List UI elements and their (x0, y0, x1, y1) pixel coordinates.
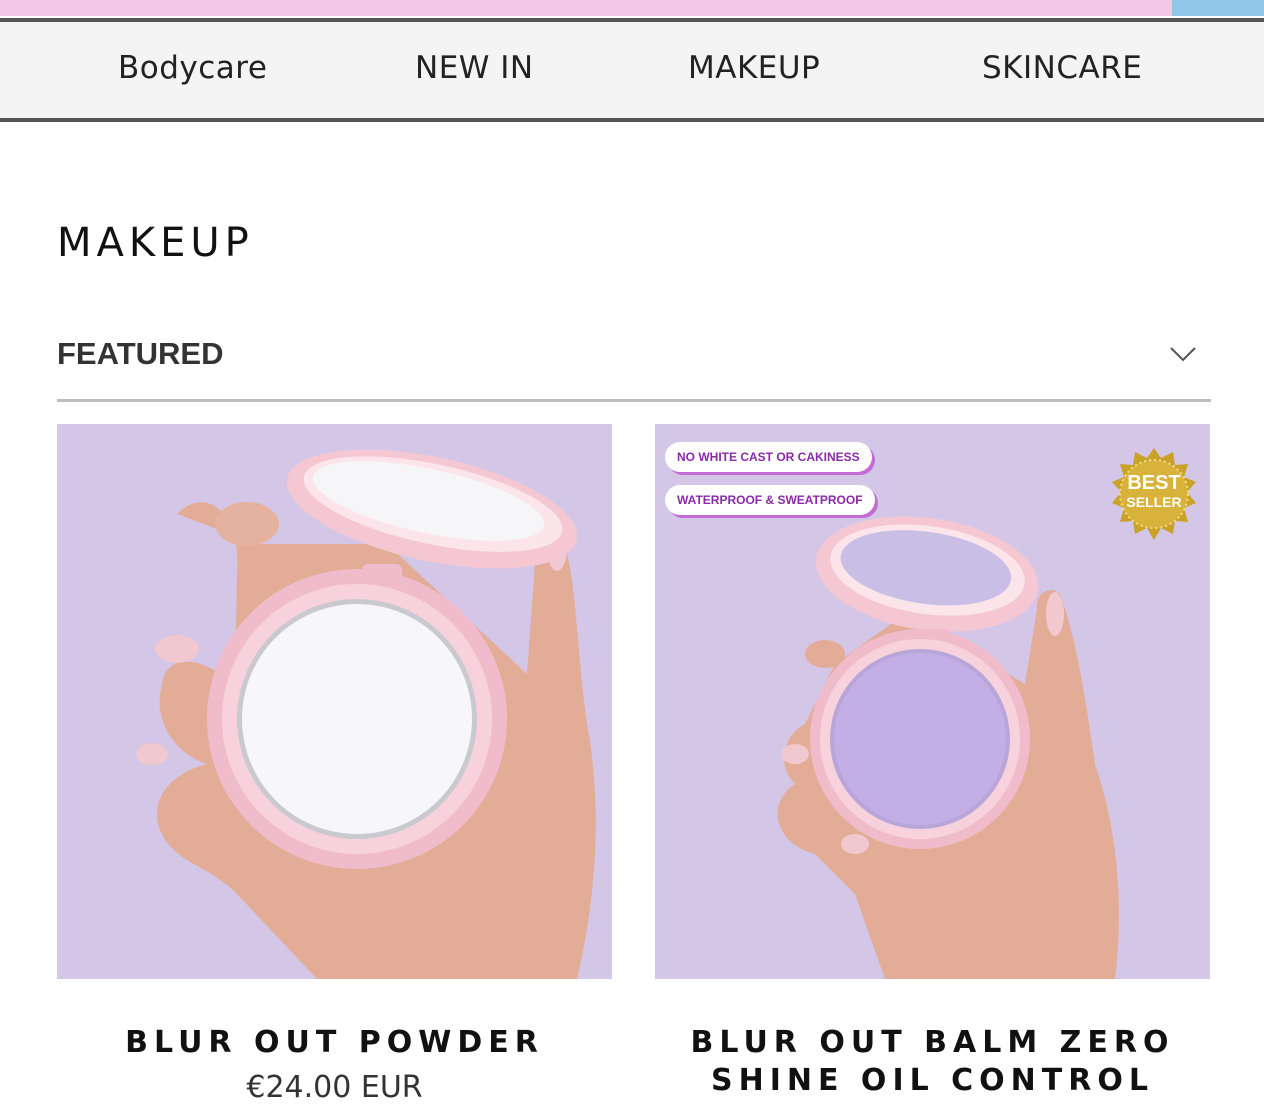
nav-item-bodycare[interactable]: Bodycare (118, 50, 267, 86)
chevron-down-icon[interactable] (1169, 340, 1197, 368)
sort-dropdown[interactable]: FEATURED (57, 322, 1211, 402)
sort-label: FEATURED (57, 336, 224, 371)
nav-item-skincare[interactable]: SKINCARE (982, 50, 1142, 86)
product-card[interactable]: BLUR OUT POWDER €24.00 EUR (57, 424, 612, 1104)
powder-compact-illustration (57, 424, 612, 979)
seal-line-1: BEST (1127, 472, 1181, 494)
main-navigation: Bodycare NEW IN MAKEUP SKINCARE (0, 18, 1264, 122)
announcement-accent (1172, 0, 1264, 16)
nav-item-new-in[interactable]: NEW IN (415, 50, 534, 86)
page-title: MAKEUP (57, 220, 254, 266)
announcement-bar (0, 0, 1264, 16)
nav-item-makeup[interactable]: MAKEUP (688, 50, 820, 86)
seal-line-2: SELLER (1126, 494, 1182, 510)
best-seller-seal: BEST SELLER (1108, 448, 1200, 540)
feature-badge: WATERPROOF & SWEATPROOF (665, 485, 875, 515)
product-image[interactable]: NO WHITE CAST OR CAKINESS WATERPROOF & S… (655, 424, 1210, 979)
feature-badge: NO WHITE CAST OR CAKINESS (665, 442, 872, 472)
product-price: €24.00 EUR (246, 1070, 423, 1104)
product-card[interactable]: NO WHITE CAST OR CAKINESS WATERPROOF & S… (655, 424, 1210, 1098)
product-image[interactable] (57, 424, 612, 979)
product-title[interactable]: BLUR OUT POWDER (57, 1024, 612, 1062)
product-title[interactable]: BLUR OUT BALM ZERO SHINE OIL CONTROL (655, 1024, 1210, 1100)
